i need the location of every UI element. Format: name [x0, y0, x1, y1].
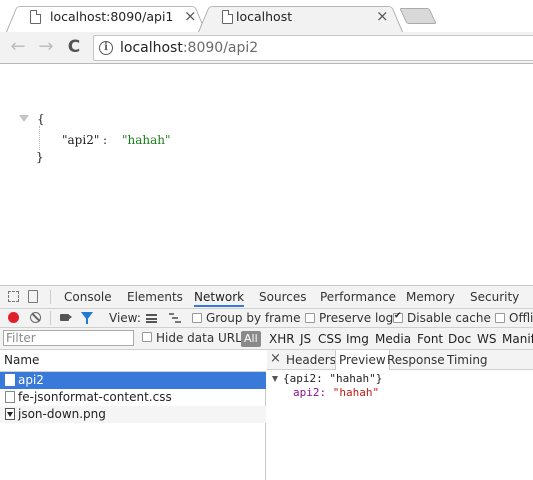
- hide-data-urls-checkbox[interactable]: [142, 332, 152, 342]
- url-host: localhost: [120, 40, 183, 56]
- forward-arrow-icon[interactable]: →: [35, 36, 57, 58]
- request-name: api2: [18, 373, 44, 387]
- tab-security[interactable]: Security: [470, 290, 519, 304]
- request-detail: × Headers Preview Response Timing {api2:…: [267, 350, 533, 480]
- tab-network[interactable]: Network: [194, 290, 245, 307]
- page-icon: [30, 10, 41, 24]
- offline-label: Offli: [509, 311, 533, 325]
- preview-property: api2: "hahah": [293, 386, 379, 399]
- filter-input[interactable]: [3, 330, 134, 346]
- tab-elements[interactable]: Elements: [127, 290, 183, 304]
- offline-checkbox[interactable]: [495, 313, 505, 323]
- filter-doc[interactable]: Doc: [448, 332, 471, 346]
- request-name: fe-jsonformat-content.css: [18, 390, 172, 404]
- filter-ws[interactable]: WS: [477, 332, 496, 346]
- filter-img[interactable]: Img: [346, 332, 369, 346]
- name-column-header[interactable]: Name: [0, 350, 266, 372]
- filter-css[interactable]: CSS: [318, 332, 342, 346]
- disable-cache-checkbox[interactable]: [393, 311, 403, 323]
- network-toolbar: View: Group by frame Preserve log Disabl…: [0, 309, 533, 328]
- filter-font[interactable]: Font: [417, 332, 443, 346]
- tab-performance[interactable]: Performance: [320, 290, 396, 304]
- filter-all-button[interactable]: All: [241, 331, 261, 347]
- json-value: "hahah": [122, 133, 171, 147]
- collapse-triangle-icon[interactable]: [19, 115, 29, 122]
- large-rows-icon[interactable]: [146, 314, 157, 323]
- tab-sources[interactable]: Sources: [259, 290, 306, 304]
- property-value: "hahah": [332, 386, 380, 399]
- browser-tab-localhost[interactable]: localhost ×: [198, 2, 403, 33]
- record-icon[interactable]: [8, 312, 19, 323]
- preserve-log-label: Preserve log: [319, 311, 394, 325]
- request-name: json-down.png: [18, 407, 106, 421]
- hide-data-urls-label: Hide data URLs: [156, 331, 249, 345]
- tab-console[interactable]: Console: [64, 290, 112, 304]
- request-row-css[interactable]: fe-jsonformat-content.css: [0, 389, 266, 406]
- disable-cache-label: Disable cache: [407, 311, 491, 325]
- detail-tabbar: × Headers Preview Response Timing: [267, 350, 533, 370]
- page-icon: [222, 10, 233, 24]
- divider: [50, 311, 51, 325]
- json-close-brace: }: [36, 150, 44, 164]
- browser-toolbar: ← → C i localhost:8090/api2: [0, 32, 533, 64]
- group-by-frame-checkbox[interactable]: [192, 313, 202, 323]
- json-open-brace: {: [37, 112, 45, 126]
- close-tab-icon[interactable]: ×: [376, 8, 389, 24]
- filter-manifest[interactable]: Manif: [502, 332, 533, 346]
- request-row-api2[interactable]: api2: [0, 372, 266, 389]
- property-key: api2:: [293, 386, 327, 399]
- clear-icon[interactable]: [30, 312, 41, 323]
- group-by-frame-label: Group by frame: [206, 311, 301, 325]
- preserve-log-checkbox[interactable]: [305, 313, 315, 323]
- info-icon[interactable]: i: [99, 41, 113, 55]
- json-key: "api2": [62, 133, 100, 147]
- name-header-label: Name: [4, 353, 40, 367]
- document-icon: [5, 374, 15, 386]
- preview-summary: {api2: "hahah"}: [283, 372, 383, 385]
- overview-icon[interactable]: [169, 313, 181, 323]
- browser-tab-api1[interactable]: localhost:8090/api1 ×: [6, 2, 206, 33]
- back-arrow-icon[interactable]: ←: [7, 36, 29, 58]
- tab-memory[interactable]: Memory: [406, 290, 455, 304]
- device-toolbar-icon[interactable]: [28, 290, 38, 303]
- view-label: View:: [109, 311, 141, 325]
- filter-xhr[interactable]: XHR: [269, 332, 295, 346]
- tab-strip: localhost:8090/api1 × localhost ×: [0, 0, 533, 33]
- tab-preview[interactable]: Preview: [335, 350, 390, 370]
- tab-headers[interactable]: Headers: [286, 353, 336, 367]
- reload-icon[interactable]: C: [63, 36, 85, 58]
- devtools-panel: Console Elements Network Sources Perform…: [0, 285, 533, 480]
- request-row-png[interactable]: json-down.png: [0, 406, 266, 423]
- close-detail-icon[interactable]: ×: [270, 351, 281, 366]
- filter-media[interactable]: Media: [375, 332, 411, 346]
- address-bar[interactable]: i localhost:8090/api2: [93, 35, 533, 61]
- filter-js[interactable]: JS: [300, 332, 311, 346]
- tab-title: localhost: [236, 9, 293, 24]
- url-text[interactable]: localhost:8090/api2: [120, 40, 258, 56]
- stylesheet-icon: [5, 391, 15, 403]
- tab-title: localhost:8090/api1: [50, 9, 174, 24]
- page-content: { "api2" : "hahah" }: [0, 65, 533, 285]
- capture-screenshots-icon[interactable]: [60, 314, 69, 321]
- inspect-element-icon[interactable]: [8, 291, 19, 302]
- url-path: :8090/api2: [182, 40, 259, 56]
- new-tab-button[interactable]: [399, 8, 437, 24]
- divider: [50, 290, 51, 304]
- request-list: Name api2 fe-jsonformat-content.css json…: [0, 350, 266, 480]
- close-tab-icon[interactable]: ×: [184, 8, 197, 24]
- filter-icon[interactable]: [81, 312, 93, 324]
- json-colon: :: [103, 133, 108, 147]
- indent-guide: [39, 126, 40, 150]
- image-icon: [5, 408, 15, 420]
- tab-response[interactable]: Response: [387, 353, 445, 367]
- tab-timing[interactable]: Timing: [447, 353, 488, 367]
- devtools-tabbar: Console Elements Network Sources Perform…: [0, 286, 533, 309]
- filter-bar: Hide data URLs All XHR JS CSS Img Media …: [0, 328, 533, 350]
- expand-arrow-icon[interactable]: [272, 376, 278, 382]
